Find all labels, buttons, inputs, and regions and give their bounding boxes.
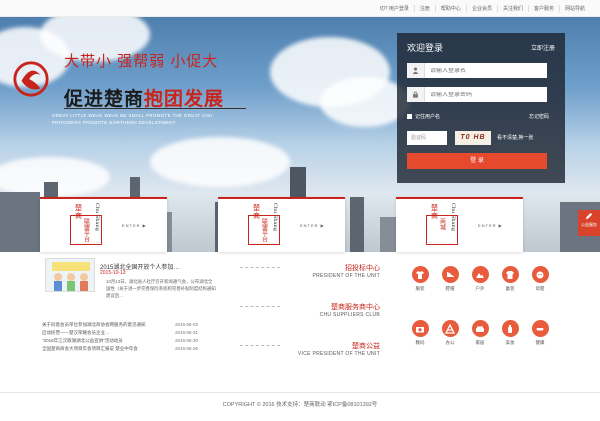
news-item-date: 2016-05-30 [174, 338, 198, 343]
shoe-icon [441, 266, 459, 283]
topnav-service[interactable]: 客户服务 [527, 5, 559, 12]
slogan-line-2-highlight: 抱团发展 [144, 89, 225, 110]
link-en: VICE PRESIDENT OF THE UNIT [297, 351, 380, 357]
card-stamp: 联盟平台 [70, 215, 102, 245]
link-public-welfare[interactable]: 楚商公益 VICE PRESIDENT OF THE UNIT [240, 341, 380, 357]
link-en: CHU SUPPLIERS CLUB [319, 312, 380, 318]
slogan-underline [64, 108, 246, 109]
slogan-line-1: 大带小 强帮弱 小促大 [64, 53, 219, 70]
password-input[interactable] [425, 91, 545, 98]
news-date: 2015-10-13 [100, 270, 126, 276]
category-health[interactable]: 健康 [522, 320, 558, 346]
news-item-date: 2016-06-03 [174, 322, 198, 327]
remember-checkbox[interactable]: 记住用户名 [407, 113, 440, 120]
face-icon [531, 266, 549, 283]
user-icon [407, 63, 425, 78]
link-supplier-center[interactable]: 楚商服务商中心 CHU SUPPLIERS CLUB [240, 302, 380, 318]
password-field[interactable] [407, 87, 547, 102]
tshirt-icon [501, 266, 519, 283]
login-panel: 欢迎登录 立即注册 记住用户名 忘记密码 验证码 T0 HB 看不清楚,换一张 … [397, 33, 565, 183]
card-enter-link[interactable]: ENTER ▶ [122, 223, 147, 228]
shirt-icon [411, 266, 429, 283]
card-stamp: 商城 [426, 215, 458, 245]
cloud-decoration [150, 137, 290, 187]
card-alliance-2[interactable]: 楚商 Chu Shang 联盟平台 ENTER ▶ [218, 197, 345, 252]
link-cn[interactable]: 楚商公益 [240, 341, 380, 351]
register-link[interactable]: 立即注册 [531, 43, 555, 52]
news-thumbnail[interactable] [45, 258, 95, 292]
card-mall[interactable]: 楚商 Chu Shang 商城 ENTER ▶ [396, 197, 523, 252]
news-item-date: 2016-05-26 [174, 346, 198, 351]
card-stamp: 联盟平台 [248, 215, 280, 245]
link-en: PRESIDENT OF THE UNIT [312, 273, 380, 279]
topnav-register[interactable]: 注册 [413, 5, 435, 12]
topnav-sitemap[interactable]: 网站导航 [558, 5, 590, 12]
skyline [0, 192, 40, 252]
username-field[interactable] [407, 63, 547, 78]
news-item-title[interactable]: 全国楚商商会大项目年会项目汇报说 楚业中年会 [42, 345, 138, 353]
card-label: 联盟平台 [260, 218, 267, 242]
captcha-refresh-link[interactable]: 看不清楚,换一张 [497, 134, 533, 141]
card-label: 商城 [438, 218, 445, 230]
footer-divider [0, 392, 600, 393]
category-label: 健康 [535, 340, 545, 345]
topnav-enterprise[interactable]: 企业会员 [465, 5, 497, 12]
dashed-divider [240, 267, 280, 268]
top-nav: 切? 用户登录 注册 帮助中心 企业会员 关注我们 客户服务 网站导航 [375, 0, 590, 17]
forgot-password-link[interactable]: 忘记密码 [529, 113, 549, 120]
card-enter-link[interactable]: ENTER ▶ [478, 223, 503, 228]
remember-label: 记住用户名 [415, 114, 441, 120]
topnav-follow[interactable]: 关注我们 [496, 5, 528, 12]
list-item[interactable]: "2016年江汉联湖湖北公益宣讲"活动动员 2016-05-30 [42, 337, 198, 345]
news-list: 关于同意会员单位参加湖北商协会网服务的意见通知 2016-06-03 启动民营——… [42, 321, 198, 353]
slogan-line-2: 促进楚商抱团发展 [64, 84, 224, 111]
login-button[interactable]: 登 录 [407, 153, 547, 169]
pill-icon [531, 320, 549, 337]
link-cn[interactable]: 楚商服务商中心 [240, 302, 380, 312]
dashed-divider [240, 306, 280, 307]
skyline [350, 197, 364, 252]
mountain-icon [471, 266, 489, 283]
edit-icon [585, 213, 593, 220]
list-item[interactable]: 启动民营——楚汉荣耀会员企业… 2016-05-31 [42, 329, 198, 337]
news-item-title[interactable]: 启动民营——楚汉荣耀会员企业… [42, 329, 110, 337]
news-item-date: 2016-05-31 [174, 330, 198, 335]
slogan-line-2-main: 促进楚商 [64, 89, 145, 110]
dashed-divider [240, 345, 280, 346]
topnav-help[interactable]: 帮助中心 [434, 5, 466, 12]
topnav-login[interactable]: 切? 用户登录 [375, 5, 414, 12]
footer-copyright: COPYRIGHT © 2016 技术支持：楚商联动 鄂ICP备08101392… [222, 402, 378, 408]
camera-icon [411, 320, 429, 337]
checkbox-box[interactable] [407, 114, 412, 119]
side-float-tab[interactable]: 公益服务 [578, 210, 600, 236]
category-baby[interactable]: 母婴 [522, 266, 558, 292]
captcha-input[interactable]: 验证码 [407, 131, 447, 145]
side-tab-label: 公益服务 [581, 222, 597, 227]
lock-icon [407, 87, 425, 102]
card-enter-link[interactable]: ENTER ▶ [300, 223, 325, 228]
link-bidding-center[interactable]: 招投标中心 PRESIDENT OF THE UNIT [240, 263, 380, 279]
top-bar: 切? 用户登录 注册 帮助中心 企业会员 关注我们 客户服务 网站导航 [0, 0, 600, 17]
logo-icon [13, 61, 49, 97]
login-title: 欢迎登录 [407, 43, 444, 53]
news-item-title[interactable]: "2016年江汉联湖湖北公益宣讲"活动动员 [42, 337, 123, 345]
category-label: 母婴 [535, 286, 545, 291]
people-illustration-icon [52, 262, 90, 291]
chart-icon [441, 320, 459, 337]
news-item-title[interactable]: 关于同意会员单位参加湖北商协会网服务的意见通知 [42, 321, 146, 329]
captcha-image[interactable]: T0 HB [455, 131, 491, 145]
username-input[interactable] [425, 67, 545, 74]
slogan-english: GREAT LITTLE WEAK WEAK BE SMALL PROMOTE … [52, 113, 213, 125]
card-label: 联盟平台 [82, 218, 89, 242]
card-alliance[interactable]: 楚商 Chu Shang 联盟平台 ENTER ▶ [40, 197, 167, 252]
link-cn[interactable]: 招投标中心 [240, 263, 380, 273]
list-item[interactable]: 关于同意会员单位参加湖北商协会网服务的意见通知 2016-06-03 [42, 321, 198, 329]
news-excerpt: 10月13日，湖北省人社厅召开新闻通气会，公布湖北全国性（关于进一步完善保险系统… [106, 279, 216, 298]
bottle-icon [501, 320, 519, 337]
sofa-icon [471, 320, 489, 337]
list-item[interactable]: 全国楚商商会大项目年会项目汇报说 楚业中年会 2016-05-26 [42, 345, 198, 353]
